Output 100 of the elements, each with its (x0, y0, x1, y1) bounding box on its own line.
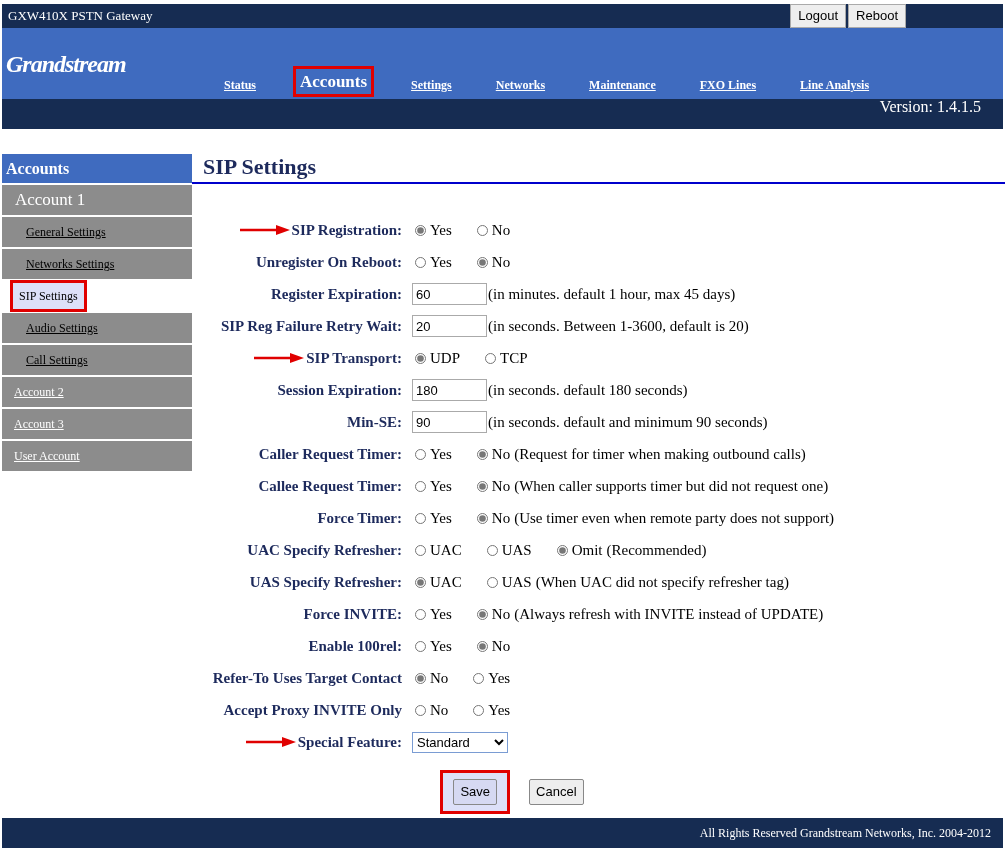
header-button[interactable]: Logout (790, 4, 847, 28)
field-label: UAS Specify Refresher: (249, 573, 402, 593)
nav-tab[interactable]: FXO Lines (692, 73, 764, 97)
page-title: SIP Settings (192, 154, 1005, 185)
input-field[interactable]: 20 (412, 315, 487, 338)
option-label: No (491, 477, 511, 497)
option-label: Yes (430, 509, 452, 529)
hint-text: (Always refresh with INVITE instead of UPDATE) (514, 605, 824, 625)
radio-button[interactable] (556, 544, 568, 556)
input-field[interactable]: 90 (412, 411, 487, 434)
option-label: No (491, 605, 511, 625)
input-field[interactable]: 180 (412, 379, 487, 402)
radio-button[interactable] (415, 608, 426, 620)
hint-text: (in minutes. default 1 hour, max 45 days) (488, 285, 736, 305)
hint-text: (When UAC did not specify refresher tag) (535, 573, 789, 593)
field-label: Force Timer: (317, 509, 402, 529)
footer-text: All Rights Reserved Grandstream Networks, Inc. 2004-2012 (2, 818, 1003, 848)
radio-button[interactable] (476, 512, 488, 524)
radio-button[interactable] (476, 224, 488, 236)
radio-button[interactable] (476, 480, 488, 492)
radio-button[interactable] (415, 480, 426, 492)
hint-text: (in seconds. default and minimum 90 seconds) (488, 413, 768, 433)
nav-tab[interactable]: Line Analysis (793, 73, 877, 97)
field-label: Refer-To Uses Target Contact (212, 669, 402, 689)
option-label: No (491, 637, 511, 657)
option-label: UAC (430, 573, 462, 593)
radio-button[interactable] (415, 224, 426, 236)
radio-button[interactable] (415, 672, 426, 684)
form-button[interactable]: Cancel (529, 779, 584, 805)
form-button[interactable]: Save (453, 779, 498, 805)
option-label: Yes (430, 221, 452, 241)
radio-button[interactable] (476, 448, 488, 460)
field-label: Unregister On Reboot: (255, 253, 402, 273)
hint-text: (Use timer even when remote party does not support) (514, 509, 835, 529)
field-label: UAC Specify Refresher: (247, 541, 402, 561)
logo: Grandstream (5, 49, 127, 79)
option-label: Yes (488, 669, 511, 689)
option-label: Yes (430, 253, 452, 273)
input-field[interactable]: 60 (412, 283, 487, 306)
nav-tab[interactable]: Status (217, 73, 263, 97)
radio-button[interactable] (415, 544, 426, 556)
radio-button[interactable] (415, 704, 426, 716)
version-text: Version: 1.4.1.5 (2, 99, 1003, 129)
field-label: Min-SE: (347, 413, 402, 433)
option-label: Yes (430, 605, 452, 625)
option-label: Yes (430, 477, 452, 497)
nav-tab[interactable]: Maintenance (582, 73, 663, 97)
sidebar-link[interactable]: Call Settings (26, 351, 88, 369)
hint-text: (in seconds. default 180 seconds) (488, 381, 688, 401)
radio-button[interactable] (473, 672, 485, 684)
sidebar-header: Accounts (2, 154, 192, 183)
radio-button[interactable] (415, 512, 426, 524)
sidebar-link[interactable]: SIP Settings (10, 280, 87, 312)
radio-button[interactable] (415, 576, 426, 588)
field-label: Accept Proxy INVITE Only (223, 701, 402, 721)
hint-text: (Request for timer when making outbound calls) (514, 445, 806, 465)
header-button[interactable]: Reboot (848, 4, 906, 28)
radio-button[interactable] (415, 640, 426, 652)
hint-text: (When caller supports timer but did not request one) (514, 477, 829, 497)
option-label: Omit (571, 541, 603, 561)
option-label: No (430, 701, 449, 721)
field-label: Register Expiration: (271, 285, 402, 305)
radio-button[interactable] (485, 352, 496, 364)
option-label: Yes (430, 445, 452, 465)
sidebar-link[interactable]: Account 3 (14, 415, 64, 433)
radio-button[interactable] (415, 256, 426, 268)
field-label: Special Feature: (297, 733, 402, 753)
radio-button[interactable] (476, 608, 488, 620)
radio-button[interactable] (473, 704, 485, 716)
radio-button[interactable] (486, 576, 498, 588)
nav-tab[interactable]: Accounts (293, 65, 375, 97)
option-label: TCP (500, 349, 528, 369)
radio-button[interactable] (415, 448, 426, 460)
field-label: SIP Reg Failure Retry Wait: (220, 317, 402, 337)
sidebar-link[interactable]: Account 2 (14, 383, 64, 401)
option-label: No (491, 509, 511, 529)
option-label: UAS (501, 573, 532, 593)
option-label: No (491, 253, 511, 273)
field-label: Callee Request Timer: (258, 477, 402, 497)
nav-tab[interactable]: Networks (488, 73, 553, 97)
field-label: Force INVITE: (303, 605, 402, 625)
dropdown[interactable]: Standard (412, 731, 508, 753)
sidebar-group[interactable]: Account 1 (2, 185, 192, 215)
option-label: No (491, 445, 511, 465)
field-label: SIP Transport: (306, 349, 402, 369)
radio-button[interactable] (476, 640, 488, 652)
nav-tab[interactable]: Settings (404, 73, 459, 97)
radio-button[interactable] (415, 352, 426, 364)
radio-button[interactable] (476, 256, 488, 268)
window-title: GXW410X PSTN Gateway (8, 7, 153, 26)
field-label: SIP Registration: (291, 221, 402, 241)
hint-text: (Recommended) (606, 541, 707, 561)
radio-button[interactable] (486, 544, 498, 556)
option-label: UAC (430, 541, 462, 561)
field-label: Enable 100rel: (308, 637, 402, 657)
option-label: Yes (488, 701, 511, 721)
option-label: UDP (430, 349, 460, 369)
field-label: Caller Request Timer: (258, 445, 402, 465)
option-label: No (430, 669, 449, 689)
option-label: Yes (430, 637, 452, 657)
